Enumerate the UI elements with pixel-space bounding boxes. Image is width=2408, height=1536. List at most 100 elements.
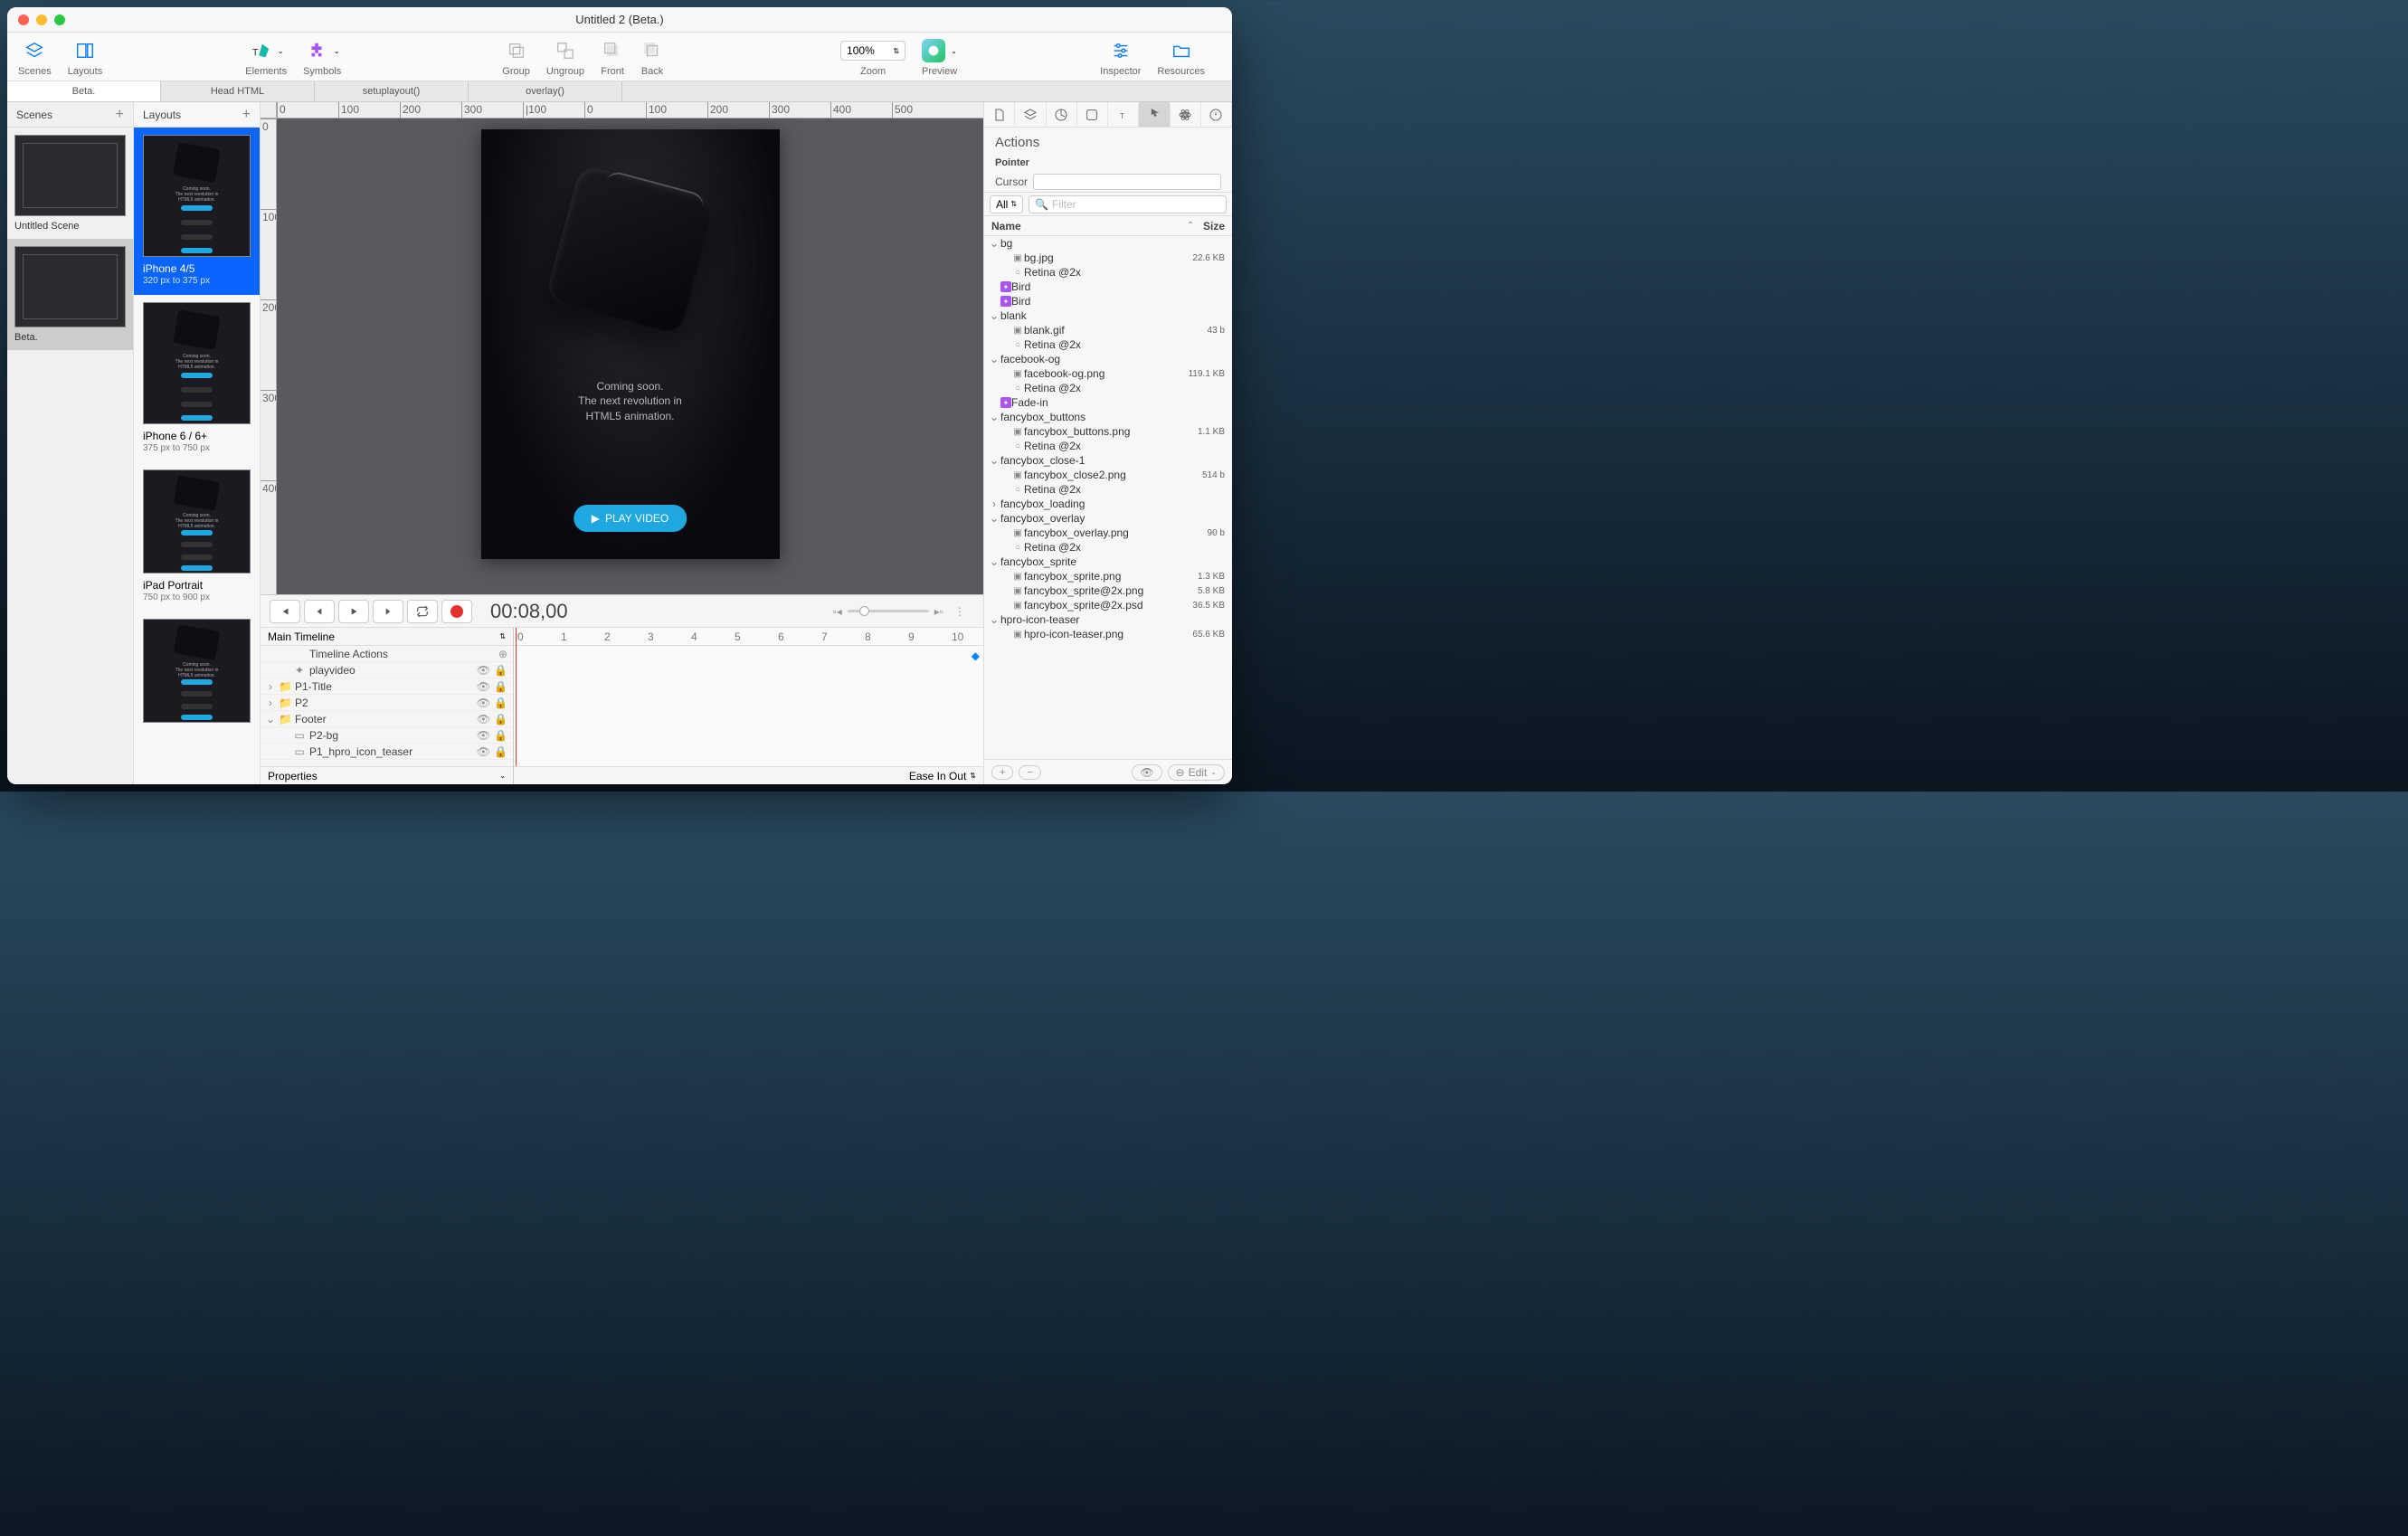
resource-row[interactable]: ○Retina @2x: [984, 381, 1232, 395]
visibility-toggle-icon[interactable]: 👁: [477, 729, 490, 742]
fullscreen-window-button[interactable]: [54, 14, 65, 25]
timeline-layer-row[interactable]: ▭P2-bg👁🔒: [261, 727, 513, 744]
add-layout-button[interactable]: +: [242, 107, 251, 123]
disclosure-icon[interactable]: ⌄: [988, 512, 1000, 525]
resource-row[interactable]: ▣fancybox_overlay.png90 b: [984, 526, 1232, 540]
disclosure-icon[interactable]: ›: [988, 498, 1000, 510]
resource-row[interactable]: ○Retina @2x: [984, 540, 1232, 555]
identity-inspector-tab[interactable]: [1201, 102, 1232, 127]
timeline-next-frame-button[interactable]: [373, 600, 403, 623]
timeline-options-icon[interactable]: ⋮: [954, 605, 965, 618]
text-inspector-tab[interactable]: T: [1108, 102, 1139, 127]
resource-row[interactable]: ▣hpro-icon-teaser.png65.6 KB: [984, 627, 1232, 641]
lock-toggle-icon[interactable]: 🔒: [494, 664, 507, 677]
inspector-toolbar-icon[interactable]: [1109, 39, 1133, 62]
preview-dropdown-icon[interactable]: ⌄: [951, 47, 957, 55]
lock-toggle-icon[interactable]: 🔒: [494, 697, 507, 709]
zoom-out-timeline-icon[interactable]: ▫◂: [832, 605, 841, 618]
timeline-end-marker[interactable]: ◆: [972, 649, 980, 662]
lock-toggle-icon[interactable]: 🔒: [494, 680, 507, 693]
resources-toolbar-icon[interactable]: [1170, 39, 1193, 62]
resource-row[interactable]: ▣fancybox_sprite.png1.3 KB: [984, 569, 1232, 583]
visibility-toggle-icon[interactable]: 👁: [477, 680, 490, 693]
group-icon[interactable]: [505, 39, 528, 62]
disclosure-icon[interactable]: ›: [266, 680, 275, 693]
disclosure-icon[interactable]: ⌄: [988, 454, 1000, 467]
resource-row[interactable]: ✦Bird: [984, 294, 1232, 308]
resource-row[interactable]: ○Retina @2x: [984, 337, 1232, 352]
disclosure-icon[interactable]: ⌄: [988, 411, 1000, 423]
cursor-select[interactable]: [1033, 174, 1221, 190]
resource-row[interactable]: ○Retina @2x: [984, 482, 1232, 497]
resource-row[interactable]: ⌄facebook-og: [984, 352, 1232, 366]
scene-item[interactable]: Untitled Scene: [7, 128, 133, 239]
zoom-in-timeline-icon[interactable]: ▸▫: [934, 605, 943, 618]
symbols-toolbar-icon[interactable]: [305, 39, 328, 62]
resource-row[interactable]: ▣fancybox_sprite@2x.png5.8 KB: [984, 583, 1232, 598]
disclosure-icon[interactable]: ⌄: [988, 555, 1000, 568]
layout-item[interactable]: Coming soon.The next revolution inHTML5 …: [134, 612, 260, 732]
add-resource-button[interactable]: +: [991, 765, 1013, 780]
metrics-inspector-tab[interactable]: [1047, 102, 1077, 127]
timeline-first-frame-button[interactable]: [270, 600, 300, 623]
timeline-layer-row[interactable]: ⌄📁Footer👁🔒: [261, 711, 513, 727]
add-action-icon[interactable]: ⊕: [498, 648, 507, 660]
scene-inspector-tab[interactable]: [1015, 102, 1046, 127]
timeline-zoom-slider[interactable]: [848, 610, 929, 612]
lock-toggle-icon[interactable]: 🔒: [494, 713, 507, 725]
document-tab[interactable]: Head HTML: [161, 81, 315, 101]
timeline-loop-button[interactable]: [407, 600, 438, 623]
minimize-window-button[interactable]: [36, 14, 47, 25]
document-tab[interactable]: Beta.: [7, 81, 161, 101]
timeline-playhead[interactable]: [516, 628, 517, 784]
resource-row[interactable]: ⌄fancybox_sprite: [984, 555, 1232, 569]
document-tab[interactable]: overlay(): [469, 81, 622, 101]
layout-item[interactable]: Coming soon.The next revolution inHTML5 …: [134, 295, 260, 462]
layouts-toolbar-icon[interactable]: [73, 39, 97, 62]
properties-selector[interactable]: Properties ⌄: [261, 766, 513, 784]
resource-row[interactable]: ▣fancybox_sprite@2x.psd36.5 KB: [984, 598, 1232, 612]
actions-inspector-tab[interactable]: [1139, 102, 1170, 127]
remove-resource-button[interactable]: −: [1019, 765, 1040, 780]
elements-dropdown-icon[interactable]: ⌄: [278, 47, 284, 55]
visibility-toggle-icon[interactable]: 👁: [477, 697, 490, 709]
timeline-layer-row[interactable]: ✦playvideo👁🔒: [261, 662, 513, 678]
physics-inspector-tab[interactable]: [1171, 102, 1201, 127]
disclosure-icon[interactable]: ›: [266, 697, 275, 709]
timeline-layer-row[interactable]: ›📁P2👁🔒: [261, 695, 513, 711]
ungroup-icon[interactable]: [554, 39, 577, 62]
disclosure-icon[interactable]: ⌄: [988, 237, 1000, 250]
symbols-dropdown-icon[interactable]: ⌄: [334, 47, 340, 55]
resource-row[interactable]: ›fancybox_loading: [984, 497, 1232, 511]
resource-row[interactable]: ✦Fade-in: [984, 395, 1232, 410]
resource-row[interactable]: ✦Bird: [984, 280, 1232, 294]
resource-row[interactable]: ⌄hpro-icon-teaser: [984, 612, 1232, 627]
resource-row[interactable]: ○Retina @2x: [984, 439, 1232, 453]
close-window-button[interactable]: [18, 14, 29, 25]
scenes-toolbar-icon[interactable]: [23, 39, 46, 62]
timeline-ruler[interactable]: 012345678910: [514, 628, 983, 646]
timeline-selector[interactable]: Main Timeline ⇅: [261, 628, 513, 646]
edit-resource-button[interactable]: ⊖ Edit ⌄: [1168, 764, 1225, 781]
zoom-select[interactable]: 100%⇅: [840, 41, 905, 61]
resource-row[interactable]: ⌄blank: [984, 308, 1232, 323]
scene-item[interactable]: Beta.: [7, 239, 133, 350]
resources-size-header[interactable]: Size: [1203, 220, 1225, 232]
lock-toggle-icon[interactable]: 🔒: [494, 729, 507, 742]
resource-row[interactable]: ▣fancybox_buttons.png1.1 KB: [984, 424, 1232, 439]
play-video-button[interactable]: ▶ PLAY VIDEO: [574, 505, 687, 532]
sort-asc-icon[interactable]: ˆ: [1189, 220, 1192, 232]
visibility-toggle-icon[interactable]: 👁: [477, 664, 490, 677]
element-inspector-tab[interactable]: [1077, 102, 1108, 127]
timeline-layer-row[interactable]: Timeline Actions⊕: [261, 646, 513, 662]
resource-row[interactable]: ▣bg.jpg22.6 KB: [984, 251, 1232, 265]
disclosure-icon[interactable]: ⌄: [988, 309, 1000, 322]
timeline-layer-row[interactable]: ▭P1_hpro_icon_teaser👁🔒: [261, 744, 513, 760]
resource-row[interactable]: ○Retina @2x: [984, 265, 1232, 280]
artboard[interactable]: Coming soon. The next revolution in HTML…: [481, 129, 780, 559]
resource-row[interactable]: ▣facebook-og.png119.1 KB: [984, 366, 1232, 381]
resource-row[interactable]: ⌄fancybox_overlay: [984, 511, 1232, 526]
resources-name-header[interactable]: Name: [991, 220, 1189, 232]
disclosure-icon[interactable]: ⌄: [988, 353, 1000, 365]
timeline-play-button[interactable]: [338, 600, 369, 623]
